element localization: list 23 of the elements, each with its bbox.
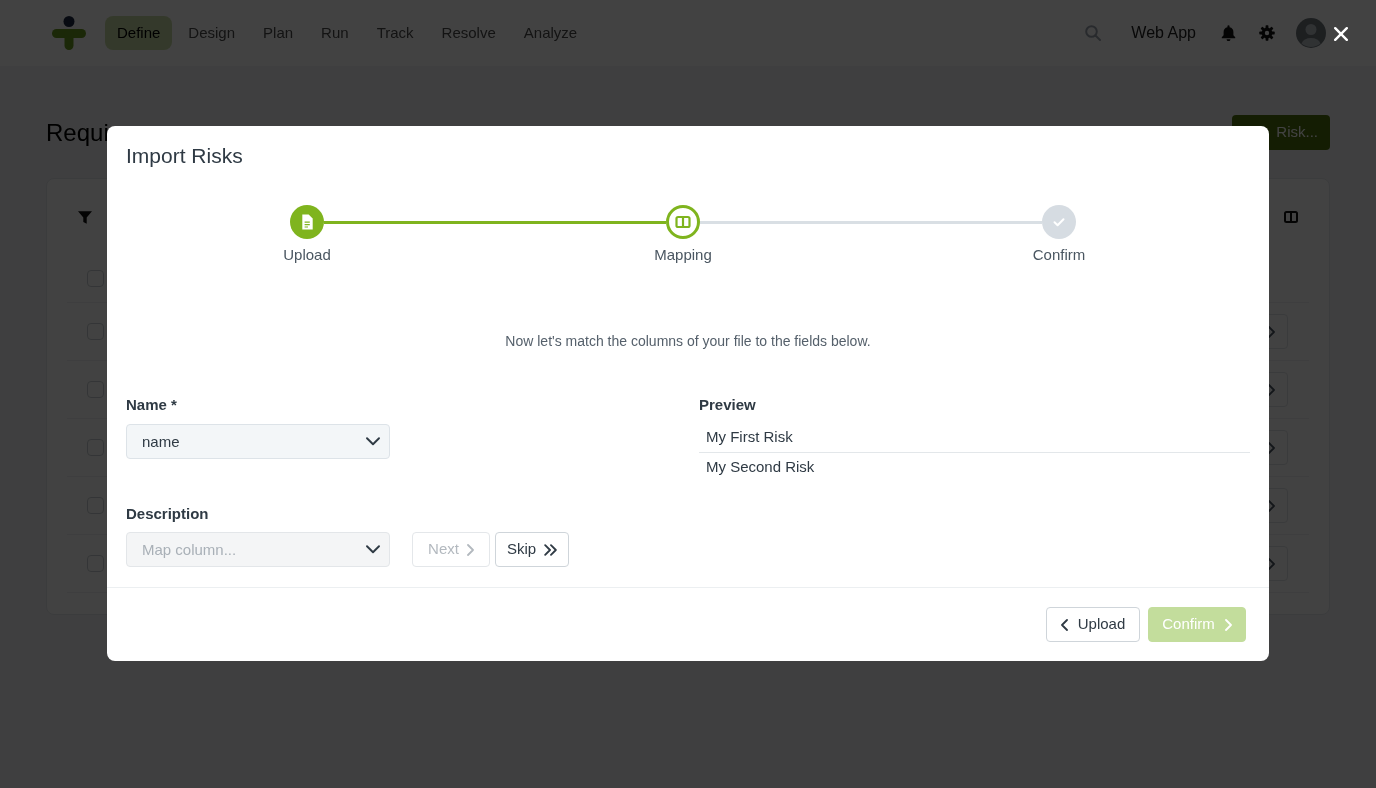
step-label: Confirm — [1032, 245, 1086, 265]
column-select[interactable]: Map column... — [126, 532, 390, 567]
chevron-down-icon — [366, 545, 380, 554]
column-select[interactable]: name — [126, 424, 390, 459]
chevron-left-icon — [1060, 618, 1068, 631]
step-label: Mapping — [654, 245, 712, 265]
chevron-right-icon — [1224, 618, 1232, 631]
double-chevron-right-icon — [544, 543, 558, 556]
preview-cell: My Second Risk — [699, 452, 1250, 482]
preview-cell-text: My First Risk — [705, 426, 794, 447]
chevron-down-icon — [366, 437, 380, 446]
step-label: Upload — [283, 245, 331, 265]
field-label: Description — [126, 504, 210, 524]
skip-button[interactable]: Skip — [495, 532, 569, 567]
preview-label: Preview — [699, 395, 757, 415]
close-icon[interactable] — [1334, 27, 1348, 41]
page-title: Requi — [46, 117, 109, 148]
back-button[interactable]: Upload — [1046, 607, 1140, 642]
instruction-text: Now let's match the columns of your file to the fields below. — [504, 332, 872, 351]
chevron-right-icon — [466, 543, 474, 556]
dialog-title: Import Risks — [126, 143, 244, 169]
field-label: Name * — [126, 395, 178, 415]
app-switcher[interactable]: Web App — [1131, 21, 1196, 45]
